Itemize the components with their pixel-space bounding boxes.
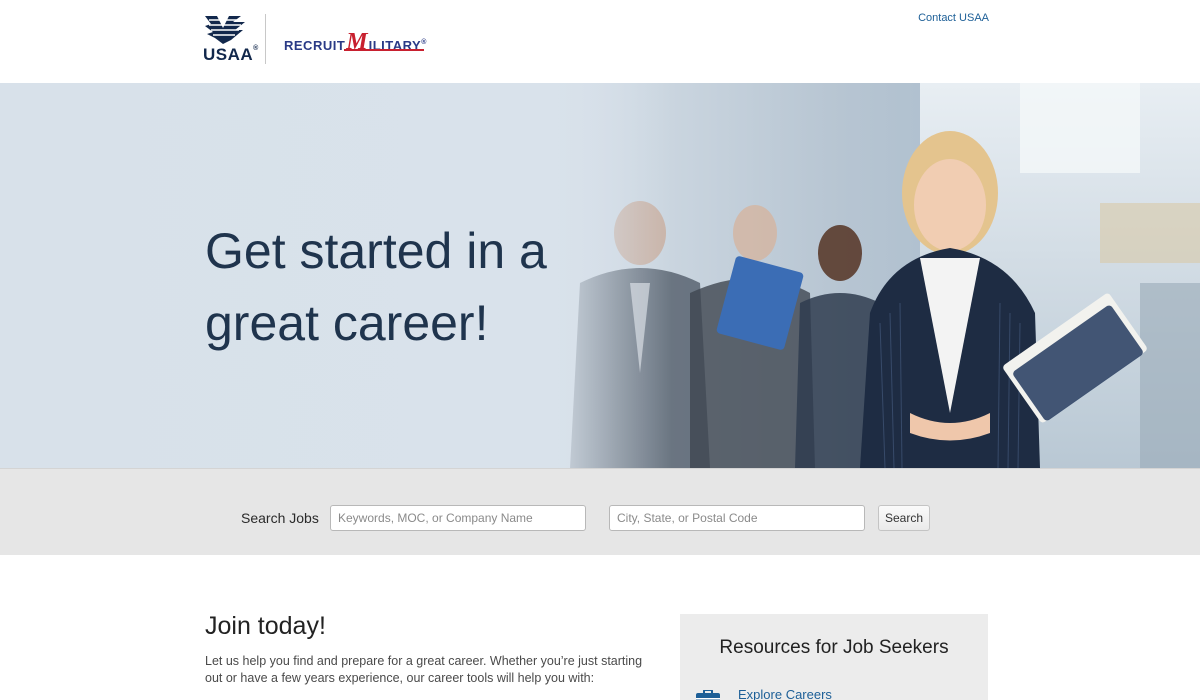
usaa-eagle-icon	[205, 16, 245, 44]
recruit-military-logo[interactable]: RECRUIT M ILITARY ®	[284, 27, 427, 54]
join-description: Let us help you find and prepare for a g…	[205, 654, 643, 685]
rm-logo-underline	[344, 49, 424, 51]
resource-item-explore-careers[interactable]: Explore Careers	[696, 680, 832, 700]
resources-title: Resources for Job Seekers	[719, 637, 949, 658]
site-header: USAA® RECRUIT M ILITARY ® Contact USAA	[0, 0, 1200, 83]
hero-title: Get started in a great career!	[205, 215, 547, 359]
resources-panel: Resources for Job Seekers Explore Career…	[680, 614, 988, 700]
main-content: Join today! Let us help you find and pre…	[0, 555, 1200, 700]
job-search-bar: Search Jobs Search	[0, 468, 1200, 555]
location-input[interactable]	[609, 505, 865, 531]
hero-title-line-1: Get started in a	[205, 223, 547, 279]
usaa-logo[interactable]: USAA®	[203, 14, 258, 64]
contact-usaa-link[interactable]: Contact USAA	[918, 12, 989, 24]
search-button[interactable]: Search	[878, 505, 930, 531]
explore-careers-link[interactable]: Explore Careers	[738, 687, 832, 700]
rm-logo-left: RECRUIT	[284, 38, 346, 53]
usaa-logo-text: USAA®	[203, 45, 259, 64]
search-jobs-label: Search Jobs	[241, 510, 319, 526]
hero-title-line-2: great career!	[205, 295, 489, 351]
logo-divider	[265, 14, 266, 64]
keywords-input[interactable]	[330, 505, 586, 531]
hero-business-people-photo	[540, 83, 1200, 468]
join-title: Join today!	[205, 612, 326, 640]
hero-banner: Get started in a great career!	[0, 83, 1200, 468]
briefcase-icon	[696, 690, 720, 700]
